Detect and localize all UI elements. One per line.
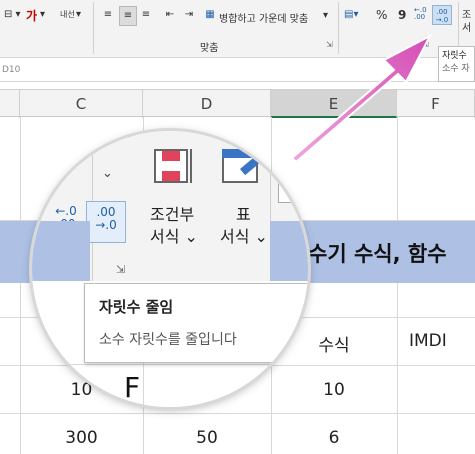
tooltip-description: 소수 자: [442, 64, 470, 74]
arrow-shape: [290, 33, 433, 164]
decrease-decimal-tooltip: 자릿수 소수 자: [438, 46, 475, 82]
tooltip-title: 자릿수: [442, 51, 467, 61]
pointer-arrow: [290, 33, 433, 164]
